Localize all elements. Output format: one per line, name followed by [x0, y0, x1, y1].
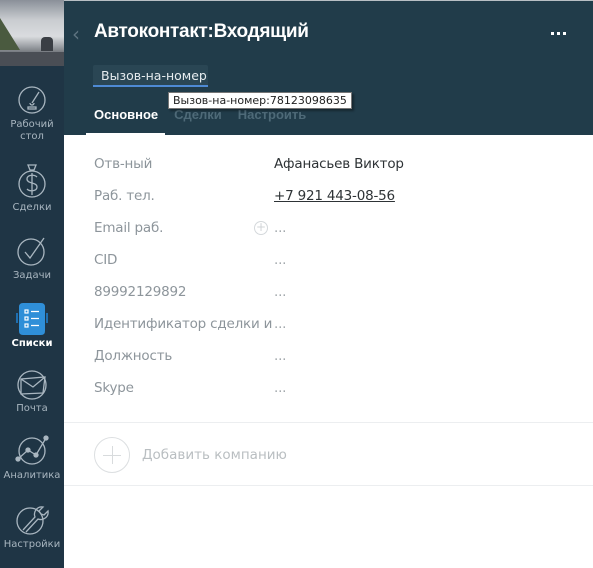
list-icon — [16, 303, 48, 335]
sidebar-item-label: Настройки — [3, 539, 61, 550]
field-row-responsible: Отв-ный Афанасьев Виктор — [64, 135, 593, 172]
sidebar-item-settings[interactable]: Настройки — [0, 502, 64, 551]
card-header: ‹ Автоконтакт:Входящий Вызов-на-номер Ос… — [64, 0, 593, 136]
field-row-work-email: Email раб. ... — [64, 199, 593, 236]
sidebar-item-deals[interactable]: Сделки — [0, 163, 64, 214]
field-row-work-phone: Раб. тел. + +7 921 443-08-56 — [64, 167, 593, 235]
field-row-number: 89992129892 ... — [64, 263, 593, 300]
tab-deals[interactable]: Сделки — [174, 107, 222, 122]
field-label: Skype — [94, 380, 134, 396]
chevron-left-icon[interactable]: ‹ — [72, 23, 86, 45]
sidebar-item-dashboard[interactable]: Рабочий стол — [0, 84, 64, 143]
plus-circle-icon — [94, 437, 130, 473]
user-avatar-photo[interactable] — [0, 0, 64, 66]
divider — [64, 422, 593, 423]
tooltip: Вызов-на-номер:78123098635 — [168, 92, 352, 109]
divider — [64, 485, 593, 486]
field-row-position: Должность ... — [64, 327, 593, 364]
tab-configure[interactable]: Настроить — [238, 107, 306, 122]
field-row-cid: CID ... — [64, 231, 593, 268]
add-company-label: Добавить компанию — [142, 447, 287, 463]
sidebar: Рабочий стол Сделки Задачи Списки Почта — [0, 0, 64, 568]
sidebar-item-label: Почта — [16, 403, 48, 414]
sidebar-item-label: Сделки — [12, 202, 52, 213]
sidebar-item-label: Задачи — [13, 270, 51, 281]
page-title[interactable]: Автоконтакт:Входящий — [94, 21, 309, 43]
sidebar-item-lists[interactable]: Списки — [0, 301, 64, 350]
add-company-button[interactable]: Добавить компанию — [94, 437, 287, 473]
sidebar-item-label: Аналитика — [3, 470, 61, 481]
sidebar-item-mail[interactable]: Почта — [0, 370, 64, 415]
money-bag-icon — [18, 164, 46, 198]
tab-main[interactable]: Основное — [94, 107, 158, 122]
field-row-deal-id: Идентификатор сделки и ... — [64, 295, 593, 332]
sidebar-item-label: Списки — [11, 338, 53, 349]
skype-field[interactable]: ... — [274, 380, 286, 396]
sidebar-item-label: стол — [20, 131, 44, 142]
sidebar-item-tasks[interactable]: Задачи — [0, 235, 64, 282]
envelope-icon — [17, 370, 47, 400]
analytics-icon — [15, 435, 49, 465]
speedometer-icon — [18, 86, 46, 114]
tab-bar: Основное Сделки Настроить — [94, 107, 306, 122]
checkmark-circle-icon — [17, 237, 45, 266]
sidebar-item-analytics[interactable]: Аналитика — [0, 435, 64, 482]
wrench-icon — [16, 506, 49, 535]
ellipsis-icon[interactable] — [551, 32, 566, 35]
sidebar-item-label: Рабочий — [10, 119, 54, 130]
tag-input[interactable]: Вызов-на-номер — [93, 65, 208, 87]
field-row-skype: Skype ... — [64, 359, 593, 396]
